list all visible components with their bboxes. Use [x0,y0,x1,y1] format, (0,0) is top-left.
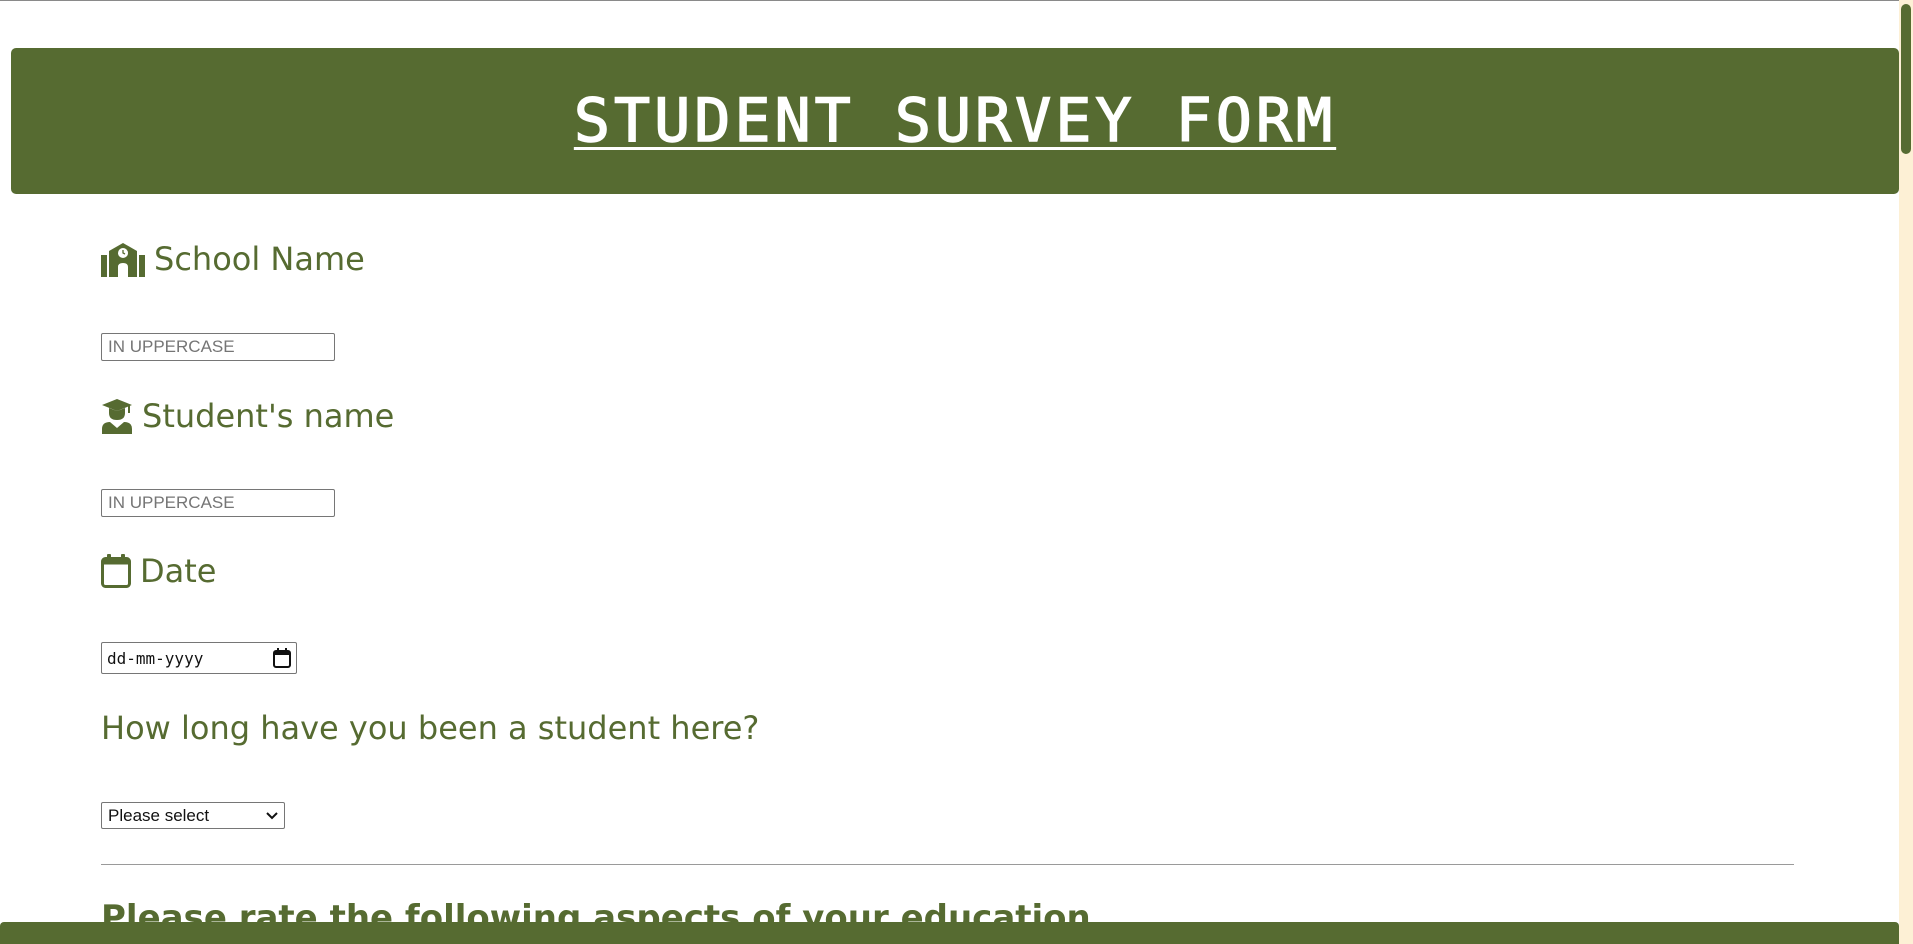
page-header: STUDENT SURVEY FORM [11,48,1899,194]
school-name-input[interactable] [101,333,335,361]
survey-page: STUDENT SURVEY FORM School Name Student'… [0,0,1913,944]
graduate-icon [102,399,132,434]
scrollbar-thumb[interactable] [1901,4,1911,154]
footer-bar [0,922,1899,944]
date-input[interactable]: dd-mm-yyyy [101,642,297,674]
page-title: STUDENT SURVEY FORM [573,85,1337,157]
student-name-label: Student's name [101,397,394,435]
chevron-down-icon [266,811,278,819]
date-placeholder: dd-mm-yyyy [107,648,204,668]
calendar-icon [101,554,131,588]
school-icon [101,243,145,277]
calendar-picker-icon[interactable] [273,648,291,668]
date-label: Date [101,552,216,590]
section-divider [101,864,1794,865]
duration-question: How long have you been a student here? [101,709,760,747]
school-name-label: School Name [101,240,365,278]
date-label-text: Date [140,552,217,590]
duration-select-value: Please select [108,805,210,825]
duration-select[interactable]: Please select [101,802,285,829]
student-name-input[interactable] [101,489,335,517]
school-name-label-text: School Name [154,240,365,278]
student-name-label-text: Student's name [142,397,395,435]
top-border [0,0,1899,1]
